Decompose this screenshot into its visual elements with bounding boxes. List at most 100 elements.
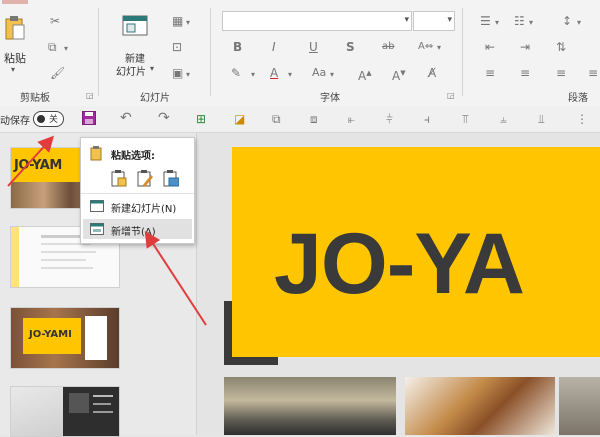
cut-icon[interactable]: ✂ bbox=[50, 14, 60, 28]
chevron-down-icon[interactable]: ▾ bbox=[330, 68, 334, 82]
chevron-down-icon: ▾ bbox=[11, 65, 16, 74]
photo-person bbox=[11, 387, 63, 436]
text-line bbox=[93, 403, 111, 405]
dialog-launcher-icon[interactable]: ◲ bbox=[86, 89, 94, 103]
dialog-launcher-icon[interactable]: ◲ bbox=[447, 89, 455, 103]
chevron-down-icon[interactable]: ▾ bbox=[577, 16, 581, 30]
distribute-icon[interactable]: ⋮ bbox=[576, 112, 588, 126]
section-icon[interactable]: ▣ bbox=[172, 66, 183, 80]
chevron-down-icon[interactable]: ▾ bbox=[186, 16, 190, 30]
paste-options-label: 粘贴选项: bbox=[111, 151, 155, 162]
menu-item-label: 新建幻灯片(N) bbox=[111, 204, 177, 215]
toggle-knob bbox=[37, 115, 45, 123]
highlight-icon[interactable]: ✎ bbox=[231, 66, 241, 80]
slide-editing-canvas[interactable]: JO-YA bbox=[197, 133, 600, 435]
chevron-down-icon: ▾ bbox=[404, 15, 409, 25]
paragraph-group-label: 段落 bbox=[568, 93, 588, 104]
autosave-label: 动保存 bbox=[0, 116, 30, 127]
paste-label: 粘贴 bbox=[4, 52, 26, 65]
decrease-font-icon[interactable]: A▼ bbox=[392, 66, 406, 83]
text-line bbox=[41, 251, 96, 253]
chevron-down-icon[interactable]: ▾ bbox=[251, 68, 255, 82]
bold-icon[interactable]: B bbox=[233, 40, 242, 54]
redo-icon[interactable]: ↷ bbox=[158, 111, 170, 125]
text-line bbox=[41, 259, 86, 261]
undo-icon[interactable]: ↶ bbox=[120, 111, 132, 125]
font-group-label: 字体 bbox=[320, 93, 340, 104]
numbering-icon[interactable]: ☷ bbox=[514, 14, 525, 28]
group-icon[interactable]: ⧉ bbox=[272, 112, 281, 126]
format-painter-icon[interactable]: 🖌 bbox=[50, 66, 65, 80]
character-spacing-icon[interactable]: A⇔ bbox=[418, 40, 433, 54]
shadow-icon[interactable]: S bbox=[346, 40, 355, 54]
chevron-down-icon[interactable]: ▾ bbox=[529, 16, 533, 30]
chevron-down-icon[interactable]: ▾ bbox=[495, 16, 499, 30]
align-center-objects-icon[interactable]: ⫩ bbox=[386, 112, 393, 126]
reset-icon[interactable]: ⊡ bbox=[172, 40, 182, 54]
align-middle-objects-icon[interactable]: ⫨ bbox=[500, 112, 507, 126]
save-icon[interactable] bbox=[82, 111, 96, 125]
new-slide-button[interactable]: 新建 幻灯片 ▾ bbox=[112, 12, 158, 78]
menu-item-label: 新增节(A) bbox=[111, 227, 156, 238]
menu-item-new-section[interactable]: 新增节(A) bbox=[83, 219, 192, 239]
accent-bar bbox=[11, 227, 19, 287]
bullets-icon[interactable]: ☰ bbox=[480, 14, 491, 28]
ungroup-icon[interactable]: ⧈ bbox=[310, 112, 318, 126]
chevron-down-icon: ▾ bbox=[447, 15, 452, 25]
align-left-icon[interactable]: ≡ bbox=[485, 66, 495, 80]
slide-title-block[interactable]: JO-YA bbox=[232, 147, 600, 357]
paste-use-destination-theme-icon[interactable] bbox=[111, 169, 127, 187]
select-objects-icon[interactable]: ◪ bbox=[234, 112, 245, 126]
line-spacing-icon[interactable]: ↕ bbox=[562, 14, 572, 28]
chevron-down-icon[interactable]: ▾ bbox=[437, 41, 441, 55]
paste-keep-formatting-icon[interactable] bbox=[137, 169, 153, 187]
font-color-icon[interactable]: A bbox=[270, 66, 278, 80]
slide-photo-mall[interactable] bbox=[224, 377, 396, 435]
change-case-icon[interactable]: Aa bbox=[312, 66, 326, 80]
font-size-value bbox=[414, 19, 417, 30]
change-case-label: Aa bbox=[312, 66, 327, 79]
section-icon bbox=[90, 223, 104, 235]
autosave-toggle[interactable]: 关 bbox=[33, 111, 64, 127]
paste-button[interactable]: 粘贴 ▾ bbox=[2, 12, 28, 74]
increase-indent-icon[interactable]: ⇥ bbox=[520, 40, 530, 54]
chevron-down-icon[interactable]: ▾ bbox=[186, 68, 190, 82]
strikethrough-icon[interactable]: ab bbox=[382, 40, 394, 54]
align-bottom-objects-icon[interactable]: ⫫ bbox=[538, 112, 545, 126]
layout-icon[interactable]: ▦ bbox=[172, 14, 183, 28]
tab-indicator bbox=[2, 0, 28, 4]
decrease-indent-icon[interactable]: ⇤ bbox=[485, 40, 495, 54]
slides-group-label: 幻灯片 bbox=[140, 93, 170, 104]
slide-thumbnail-3[interactable]: JO-YAMI bbox=[10, 307, 120, 369]
quick-access-toolbar: 动保存 关 ↶ ↷ ⊞ ◪ ⧉ ⧈ ⫦ ⫩ ⫞ ⫪ ⫨ ⫫ ⋮ bbox=[0, 106, 600, 133]
italic-icon[interactable]: I bbox=[272, 40, 276, 54]
text-card bbox=[85, 316, 107, 360]
chevron-down-icon[interactable]: ▾ bbox=[288, 68, 292, 82]
font-name-combo[interactable]: ▾ bbox=[222, 11, 412, 31]
align-right-icon[interactable]: ≡ bbox=[556, 66, 566, 80]
slide-thumbnail-4[interactable] bbox=[10, 386, 120, 437]
text-line bbox=[93, 411, 113, 413]
thumb-title: JO-YAM bbox=[14, 158, 62, 173]
align-center-icon[interactable]: ≡ bbox=[520, 66, 530, 80]
align-objects-icon[interactable]: ⊞ bbox=[196, 112, 206, 126]
align-top-objects-icon[interactable]: ⫪ bbox=[462, 112, 469, 126]
font-size-combo[interactable]: ▾ bbox=[413, 11, 455, 31]
underline-icon[interactable]: U bbox=[309, 40, 318, 54]
paste-as-picture-icon[interactable] bbox=[163, 169, 179, 187]
justify-icon[interactable]: ≡ bbox=[588, 66, 598, 80]
copy-icon[interactable]: ⧉ bbox=[48, 40, 57, 54]
thumb-title: JO-YAMI bbox=[29, 329, 72, 340]
slide-photo-store[interactable] bbox=[559, 377, 600, 435]
align-right-objects-icon[interactable]: ⫞ bbox=[424, 112, 430, 126]
align-left-objects-icon[interactable]: ⫦ bbox=[348, 112, 355, 126]
chevron-down-icon[interactable]: ▾ bbox=[64, 42, 68, 56]
slide-photo-food[interactable] bbox=[405, 377, 555, 435]
ribbon: 粘贴 ▾ ✂ ⧉ ▾ 🖌 剪贴板 ◲ 新建 幻灯片 ▾ ▦ ▾ ⊡ ▣ ▾ 幻灯… bbox=[0, 0, 600, 107]
increase-font-icon[interactable]: A▲ bbox=[358, 66, 372, 83]
text-direction-icon[interactable]: ⇅ bbox=[556, 40, 566, 54]
new-slide-icon bbox=[122, 15, 148, 36]
menu-item-new-slide[interactable]: 新建幻灯片(N) bbox=[81, 196, 194, 217]
clear-formatting-icon[interactable]: A̸ bbox=[428, 66, 436, 80]
text-line bbox=[93, 395, 113, 397]
